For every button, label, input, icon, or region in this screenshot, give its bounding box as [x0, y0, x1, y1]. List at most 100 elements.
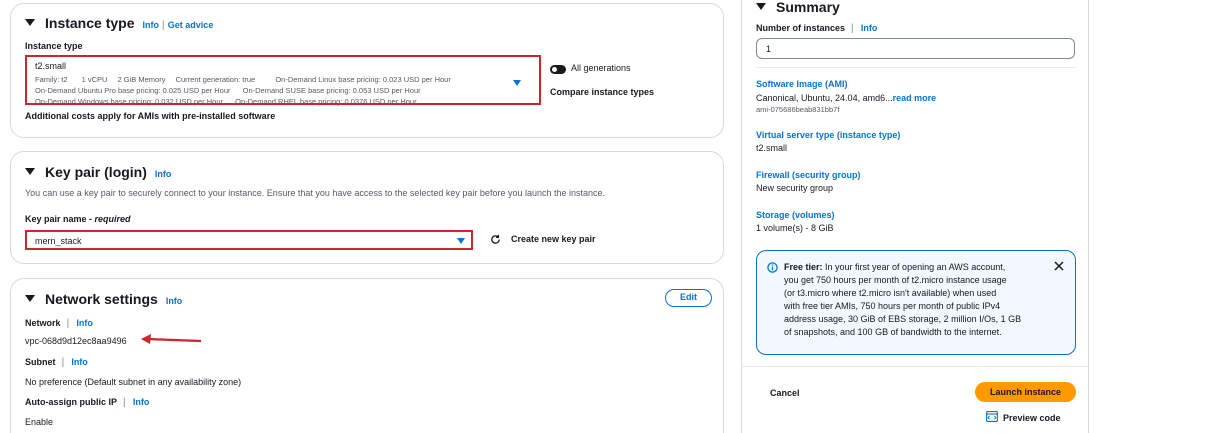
- storage-value: 1 volume(s) - 8 GiB: [756, 223, 834, 233]
- summary-footer-divider: [742, 366, 1088, 367]
- family: Family: t2: [35, 75, 68, 84]
- all-generations-label: All generations: [571, 63, 631, 73]
- red-arrow-annotation: [141, 334, 202, 344]
- additional-costs-link[interactable]: Additional costs apply for AMIs with pre…: [25, 111, 275, 121]
- network-info-link[interactable]: Info: [166, 296, 183, 306]
- key-pair-title: Key pair (login): [45, 164, 147, 180]
- ami-id: ami-075686beab831bb7f: [756, 105, 840, 114]
- separator: |: [61, 357, 65, 368]
- instance-type-title: Instance type: [45, 15, 135, 31]
- memory: 2 GiB Memory: [117, 75, 166, 84]
- network-header[interactable]: Network settings Info: [25, 291, 182, 307]
- subnet-info-link[interactable]: Info: [71, 357, 88, 367]
- instance-type-details-line3: On-Demand Windows base pricing: 0.032 US…: [35, 97, 417, 106]
- subnet-value: No preference (Default subnet in any ava…: [25, 377, 242, 387]
- network-label: Network: [25, 318, 61, 328]
- key-pair-description: You can use a key pair to securely conne…: [25, 188, 606, 198]
- free-tier-title: Free tier:: [784, 262, 823, 272]
- vcpu: 1 vCPU: [81, 75, 108, 84]
- key-pair-selected: mern_stack: [35, 236, 82, 246]
- free-tier-line4: with free tier AMIs, 750 hours per month…: [784, 301, 1001, 311]
- firewall-label[interactable]: Firewall (security group): [756, 170, 861, 180]
- instance-type-details-line1: Family: t2 1 vCPU 2 GiB Memory Current g…: [35, 75, 451, 84]
- network-settings-title: Network settings: [45, 291, 158, 307]
- info-circle-icon: [767, 262, 778, 273]
- free-tier-line1: In your first year of opening an AWS acc…: [825, 262, 1006, 272]
- rhel-price: On-Demand RHEL base pricing: 0.0376 USD …: [235, 97, 417, 106]
- server-type-label[interactable]: Virtual server type (instance type): [756, 130, 900, 140]
- key-pair-info-link[interactable]: Info: [155, 169, 172, 179]
- key-pair-select[interactable]: mern_stack: [25, 230, 473, 250]
- read-more-link[interactable]: read more: [893, 93, 937, 103]
- dropdown-caret-icon[interactable]: [513, 80, 521, 86]
- instance-type-panel: Instance type Info | Get advice Instance ty…: [10, 3, 724, 138]
- summary-divider: [756, 67, 1075, 68]
- cancel-button[interactable]: Cancel: [770, 388, 800, 398]
- free-tier-line3: (or t3.micro where t2.micro isn't availa…: [784, 288, 997, 298]
- instance-type-header[interactable]: Instance type Info | Get advice: [25, 15, 213, 31]
- free-tier-alert: Free tier: In your first year of opening…: [756, 250, 1076, 355]
- network-value: vpc-068d9d12ec8aa9496: [25, 336, 127, 346]
- firewall-value: New security group: [756, 183, 834, 193]
- public-ip-label-row: Auto-assign public IP | Info: [25, 397, 149, 408]
- subnet-label-row: Subnet | Info: [25, 357, 88, 368]
- instance-type-info-link[interactable]: Info: [142, 20, 159, 30]
- storage-label[interactable]: Storage (volumes): [756, 210, 835, 220]
- free-tier-text: Free tier: In your first year of opening…: [784, 261, 1021, 339]
- generation: Current generation: true: [175, 75, 256, 84]
- separator: |: [123, 397, 126, 408]
- separator: |: [161, 20, 165, 31]
- key-pair-field-label: Key pair name - required: [25, 214, 131, 224]
- public-ip-info-link[interactable]: Info: [133, 397, 150, 407]
- instance-type-select[interactable]: t2.small Family: t2 1 vCPU 2 GiB Memory …: [25, 55, 541, 106]
- public-ip-label: Auto-assign public IP: [25, 397, 118, 407]
- windows-price: On-Demand Windows base pricing: 0.032 US…: [35, 97, 224, 106]
- compare-instance-types-link[interactable]: Compare instance types: [550, 87, 654, 97]
- dropdown-caret-icon[interactable]: [457, 238, 465, 244]
- close-icon[interactable]: [1054, 261, 1064, 271]
- all-generations-toggle[interactable]: [550, 65, 566, 74]
- caret-down-icon: [25, 167, 35, 175]
- summary-header[interactable]: Summary: [756, 0, 840, 15]
- separator: |: [851, 23, 854, 34]
- instance-type-selected: t2.small: [35, 61, 67, 71]
- free-tier-line5: address usage, 30 GiB of EBS storage, 2 …: [784, 314, 1022, 324]
- create-key-pair-link[interactable]: Create new key pair: [511, 234, 596, 244]
- server-type-value: t2.small: [756, 143, 788, 153]
- num-instances-value: 1: [766, 44, 772, 54]
- num-instances-label-row: Number of instances | Info: [756, 23, 877, 34]
- ami-label[interactable]: Software Image (AMI): [756, 79, 848, 89]
- caret-down-icon: [25, 18, 35, 26]
- free-tier-line2: you get 750 hours per month of t2.micro …: [784, 275, 1007, 285]
- network-settings-panel: Network settings Info Edit Network | Info v…: [10, 278, 724, 433]
- ami-value-row: Canonical, Ubuntu, 24.04, amd6...read mo…: [756, 93, 936, 103]
- public-ip-value: Enable: [25, 417, 54, 427]
- num-instances-info-link[interactable]: Info: [861, 23, 878, 33]
- ubuntu-price: On-Demand Ubuntu Pro base pricing: 0.025…: [35, 86, 231, 95]
- free-tier-line6: of snapshots, and 100 GB of bandwidth to…: [784, 327, 1002, 337]
- summary-title: Summary: [776, 0, 840, 15]
- key-pair-name-label: Key pair name: [25, 214, 87, 224]
- get-advice-link[interactable]: Get advice: [168, 20, 214, 30]
- network-field-info-link[interactable]: Info: [76, 318, 93, 328]
- key-pair-header[interactable]: Key pair (login) Info: [25, 164, 171, 180]
- network-label-row: Network | Info: [25, 318, 93, 329]
- linux-price: On-Demand Linux base pricing: 0.023 USD …: [275, 75, 451, 84]
- edit-button[interactable]: Edit: [665, 289, 712, 307]
- subnet-label: Subnet: [25, 357, 56, 367]
- separator: |: [66, 318, 70, 329]
- suse-price: On-Demand SUSE base pricing: 0.053 USD p…: [242, 86, 421, 95]
- instance-type-details-line2: On-Demand Ubuntu Pro base pricing: 0.025…: [35, 86, 421, 95]
- instance-type-field-label: Instance type: [25, 41, 83, 51]
- ami-value: Canonical, Ubuntu, 24.04, amd6...: [756, 93, 893, 103]
- num-instances-label: Number of instances: [756, 23, 846, 33]
- num-instances-input[interactable]: 1: [756, 38, 1075, 59]
- caret-down-icon: [756, 2, 766, 10]
- launch-instance-button[interactable]: Launch instance: [975, 382, 1076, 402]
- code-preview-icon[interactable]: [986, 411, 998, 422]
- caret-down-icon: [25, 294, 35, 302]
- key-pair-panel: Key pair (login) Info You can use a key p…: [10, 151, 724, 264]
- refresh-icon[interactable]: [490, 234, 501, 245]
- preview-code-link[interactable]: Preview code: [1003, 413, 1061, 423]
- required-marker: - required: [89, 214, 131, 224]
